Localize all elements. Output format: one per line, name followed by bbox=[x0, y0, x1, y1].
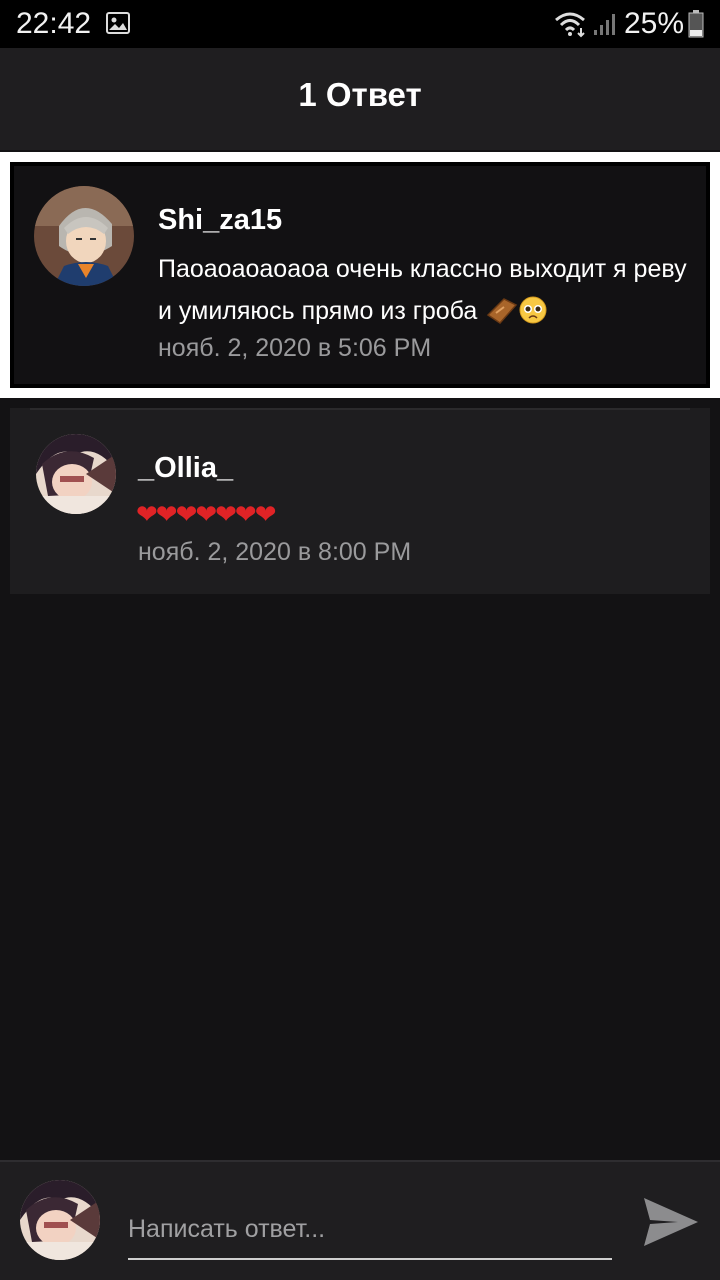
pleading-face-emoji bbox=[518, 296, 548, 325]
image-icon bbox=[106, 12, 130, 34]
reply-composer bbox=[0, 1160, 720, 1280]
comment-text: Паоаоаоаоаоа очень классно выходит я рев… bbox=[158, 255, 687, 325]
battery-icon bbox=[688, 10, 704, 38]
reply-screen: 22:42 25% 1 Ответ Shi_za15 Паоаоаоаоаоа … bbox=[0, 0, 720, 1280]
reply-text: ❤❤❤❤❤❤❤ bbox=[136, 499, 276, 529]
avatar[interactable] bbox=[36, 434, 116, 514]
header: 1 Ответ bbox=[0, 48, 720, 150]
comment-date: нояб. 2, 2020 в 5:06 PM bbox=[158, 334, 432, 362]
avatar[interactable] bbox=[20, 1180, 100, 1260]
reply-item[interactable]: _Ollia_ ❤❤❤❤❤❤❤ нояб. 2, 2020 в 8:00 PM bbox=[10, 408, 710, 594]
comment-author[interactable]: Shi_za15 bbox=[158, 202, 282, 238]
coffin-emoji bbox=[484, 296, 518, 325]
reply-input[interactable] bbox=[128, 1200, 612, 1260]
divider bbox=[30, 408, 690, 410]
page-title: 1 Ответ bbox=[298, 76, 422, 113]
parent-comment-frame: Shi_za15 Паоаоаоаоаоа очень классно выхо… bbox=[0, 152, 720, 398]
status-bar: 22:42 25% bbox=[0, 0, 720, 48]
wifi-icon bbox=[555, 12, 585, 38]
status-time: 22:42 bbox=[16, 7, 92, 40]
battery-level: 25% bbox=[624, 7, 685, 40]
avatar[interactable] bbox=[34, 186, 134, 286]
parent-comment[interactable]: Shi_za15 Паоаоаоаоаоа очень классно выхо… bbox=[14, 166, 706, 384]
reply-author[interactable]: _Ollia_ bbox=[138, 450, 233, 486]
send-icon[interactable] bbox=[638, 1190, 702, 1254]
reply-date: нояб. 2, 2020 в 8:00 PM bbox=[138, 538, 412, 566]
signal-icon bbox=[594, 14, 615, 35]
